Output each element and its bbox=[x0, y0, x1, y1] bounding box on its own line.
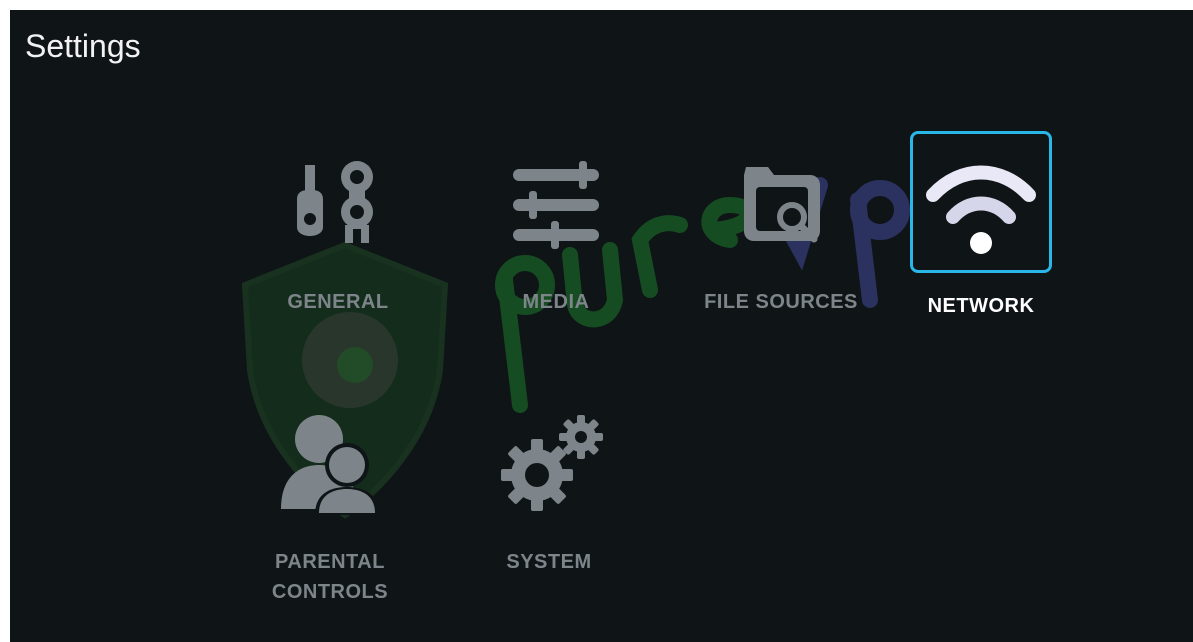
settings-screen: Settings GENERAL MEDIA FILE SOURCES NETW… bbox=[10, 10, 1193, 642]
tools-icon bbox=[297, 161, 373, 245]
folder-search-icon bbox=[744, 167, 820, 243]
tile-icon-box bbox=[714, 135, 848, 269]
tile-network[interactable]: NETWORK bbox=[906, 131, 1056, 317]
tile-label: PARENTAL CONTROLS bbox=[255, 547, 405, 607]
tile-icon-box bbox=[910, 131, 1052, 273]
wifi-icon bbox=[926, 165, 1036, 254]
gears-icon bbox=[501, 415, 603, 511]
tile-media[interactable]: MEDIA bbox=[481, 135, 631, 315]
tile-parental-controls[interactable]: PARENTAL CONTROLS bbox=[255, 395, 405, 605]
tile-general[interactable]: GENERAL bbox=[263, 135, 413, 315]
page-title: Settings bbox=[25, 28, 141, 64]
tile-system[interactable]: SYSTEM bbox=[474, 395, 624, 575]
tile-file-sources[interactable]: FILE SOURCES bbox=[696, 135, 866, 315]
tile-icon-box bbox=[482, 395, 616, 529]
tile-label-line1: PARENTAL bbox=[275, 551, 385, 573]
tile-label-line2: CONTROLS bbox=[271, 581, 389, 603]
tile-label: GENERAL bbox=[287, 291, 389, 313]
sliders-icon bbox=[513, 161, 599, 249]
tile-label: NETWORK bbox=[927, 295, 1035, 317]
tile-label: FILE SOURCES bbox=[704, 291, 858, 313]
users-icon bbox=[281, 415, 379, 515]
tile-icon-box bbox=[263, 395, 397, 529]
tile-label: MEDIA bbox=[522, 291, 590, 313]
tile-icon-box bbox=[271, 135, 405, 269]
tile-label: SYSTEM bbox=[506, 551, 592, 573]
tile-icon-box bbox=[489, 135, 623, 269]
